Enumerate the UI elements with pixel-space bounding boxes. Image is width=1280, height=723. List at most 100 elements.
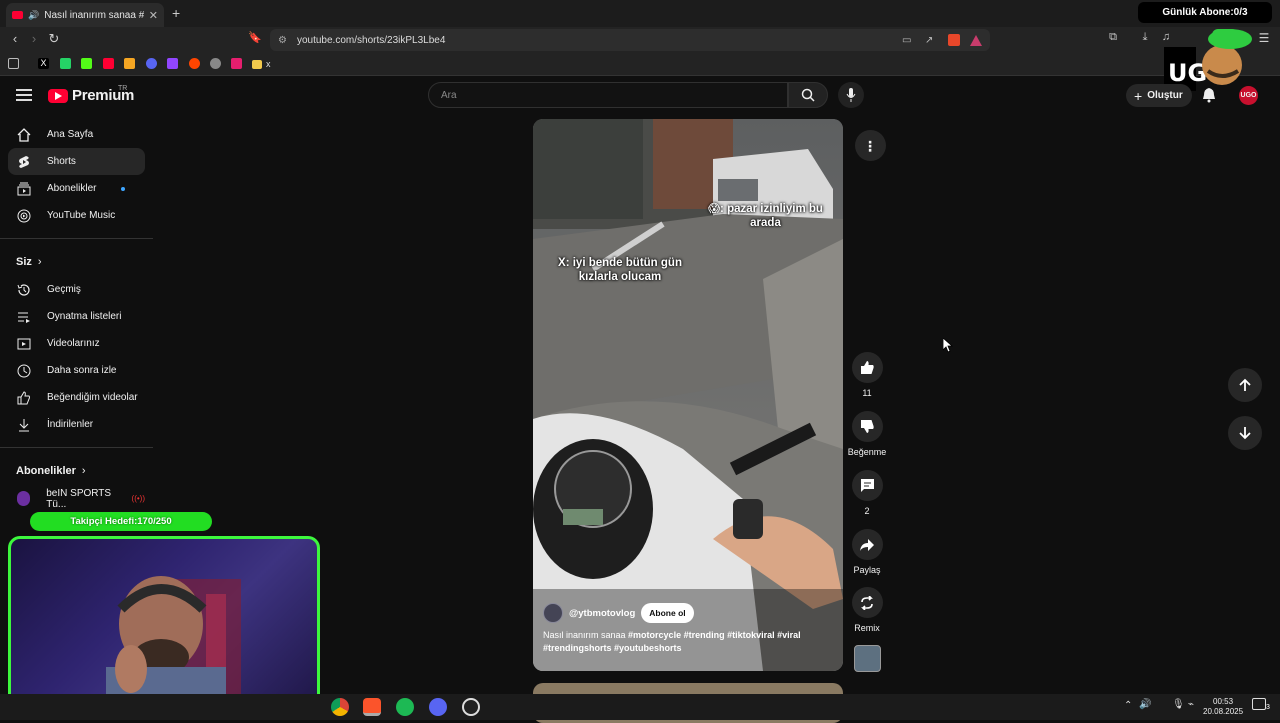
bookmark-icon-10[interactable] — [231, 58, 242, 69]
your-videos-icon — [17, 337, 31, 351]
subscribe-button[interactable]: Abone ol — [641, 603, 694, 623]
sidebar-item-label: Ana Sayfa — [47, 129, 94, 140]
thumb-up-icon — [860, 361, 874, 374]
section-heading: Siz — [16, 256, 32, 268]
sidebar-item-shorts[interactable]: Shorts — [8, 148, 145, 175]
menu-icon[interactable]: ☰ — [1255, 31, 1273, 45]
obs-taskbar-icon[interactable] — [462, 698, 480, 716]
youtube-premium-logo[interactable]: Premium TR — [48, 85, 134, 104]
address-bar[interactable]: ⚙ youtube.com/shorts/23ikPL3Lbe4 ▭ ↗ — [270, 29, 990, 51]
youtube-bookmark-icon[interactable] — [103, 58, 114, 69]
spotify-taskbar-icon[interactable] — [396, 698, 414, 716]
sound-thumbnail[interactable] — [854, 645, 881, 672]
tray-chevron-icon[interactable]: ⌃ — [1124, 700, 1132, 711]
create-button[interactable]: + Oluştur — [1126, 84, 1192, 107]
share-button[interactable]: Paylaş — [848, 529, 886, 575]
bookmark-folder-label[interactable]: x — [266, 59, 271, 69]
sidebar-item-history[interactable]: Geçmiş — [0, 276, 145, 303]
site-info-icon[interactable]: ⚙ — [278, 35, 287, 46]
bookmark-icon-9[interactable] — [210, 58, 221, 69]
sidebar-section-you[interactable]: Siz › — [0, 248, 153, 276]
notifications-bell-icon[interactable] — [1202, 87, 1216, 103]
remix-button[interactable]: Remix — [848, 587, 886, 633]
next-short-button[interactable] — [1228, 416, 1262, 450]
discord-bookmark-icon[interactable] — [146, 58, 157, 69]
browser-tab[interactable]: 🔊 Nasıl inanırım sanaa #motorc ✕ — [6, 3, 164, 27]
volume-icon[interactable]: 🔊 — [1139, 699, 1151, 710]
video-caption-right: 😱: pazar izinliyim bu arada — [708, 203, 823, 229]
folder-icon[interactable] — [252, 60, 262, 69]
chrome-taskbar-icon[interactable] — [331, 698, 349, 716]
sidebar-item-your-videos[interactable]: Videolarınız — [0, 330, 145, 357]
x-bookmark-icon[interactable]: X — [38, 58, 49, 69]
brave-rewards-icon[interactable] — [970, 34, 982, 46]
sidebar-item-youtube-music[interactable]: YouTube Music — [0, 202, 145, 229]
notifications-icon[interactable] — [1252, 698, 1266, 710]
sidebar-item-label: beIN SPORTS Tü... — [46, 487, 112, 510]
short-video-player[interactable]: 😱: pazar izinliyim bu arada X: iyi bende… — [533, 119, 843, 671]
search-input[interactable]: Ara — [428, 82, 788, 108]
forward-icon[interactable]: › — [25, 31, 43, 46]
section-heading: Abonelikler — [16, 465, 76, 477]
account-avatar[interactable]: UGO — [1239, 86, 1258, 105]
brave-shield-icon[interactable] — [948, 34, 960, 46]
browser-tab-bar: 🔊 Nasıl inanırım sanaa #motorc ✕ + Günlü… — [0, 0, 1280, 27]
system-clock[interactable]: 00:53 20.08.2025 — [1203, 697, 1243, 717]
mic-tray-icon[interactable]: 🎙 — [1172, 699, 1185, 710]
sidebar-item-label: Abonelikler — [47, 183, 97, 194]
notification-count: 3 — [1266, 704, 1270, 711]
sidebar-section-subscriptions[interactable]: Abonelikler › — [0, 457, 153, 485]
network-icon[interactable]: ⌁ — [1188, 699, 1194, 710]
cast-icon[interactable]: ▭ — [902, 35, 911, 46]
sidebar-item-label: Videolarınız — [47, 338, 100, 349]
kick-bookmark-icon[interactable] — [81, 58, 92, 69]
back-icon[interactable]: ‹ — [6, 31, 24, 46]
comments-button[interactable]: 2 — [848, 470, 886, 516]
share-label: Paylaş — [853, 565, 881, 575]
downloads-icon[interactable]: ⤓ — [1136, 31, 1154, 44]
chevron-right-icon: › — [37, 256, 42, 268]
dislike-button[interactable]: Beğenme — [848, 411, 886, 457]
sidebar-item-subscriptions[interactable]: Abonelikler — [0, 175, 145, 202]
sidebar-item-watch-later[interactable]: Daha sonra izle — [0, 357, 145, 384]
like-button[interactable]: 11 — [848, 352, 886, 398]
sidebar-item-downloads[interactable]: İndirilenler — [0, 411, 145, 438]
voice-search-button[interactable] — [838, 82, 864, 108]
youtube-header: Premium TR Ara + Oluştur UGO — [0, 77, 1280, 115]
brave-taskbar-icon[interactable] — [363, 698, 381, 716]
sidebar-item-home[interactable]: Ana Sayfa — [0, 121, 145, 148]
bookmark-icon-5[interactable] — [124, 58, 135, 69]
guide-menu-icon[interactable] — [16, 89, 32, 101]
sidebar-toggle-icon[interactable]: ⧉ — [1104, 31, 1122, 44]
close-tab-icon[interactable]: ✕ — [149, 9, 158, 22]
discord-taskbar-icon[interactable] — [429, 698, 447, 716]
sidebar-item-playlists[interactable]: Oynatma listeleri — [0, 303, 145, 330]
previous-short-button[interactable] — [1228, 368, 1262, 402]
twitch-bookmark-icon[interactable] — [167, 58, 178, 69]
clock-date: 20.08.2025 — [1203, 707, 1244, 716]
whatsapp-bookmark-icon[interactable] — [60, 58, 71, 69]
description-text: Nasıl inanırım sanaa — [543, 630, 629, 640]
history-icon — [17, 283, 31, 297]
reload-icon[interactable]: ↻ — [45, 31, 63, 47]
sidebar-item-label: Daha sonra izle — [47, 365, 117, 376]
channel-name[interactable]: @ytbmotovlog — [569, 608, 635, 619]
tab-title: Nasıl inanırım sanaa #motorc — [44, 9, 144, 21]
thumb-down-icon — [860, 420, 874, 433]
video-description[interactable]: Nasıl inanırım sanaa #motorcycle #trendi… — [543, 629, 823, 655]
sidebar-item-channel[interactable]: beIN SPORTS Tü... ((•)) — [0, 485, 145, 512]
apps-icon[interactable] — [8, 58, 19, 69]
search-button[interactable] — [788, 82, 828, 108]
music-icon — [17, 209, 31, 223]
new-content-dot — [121, 186, 125, 191]
bookmark-icon[interactable]: 🔖 — [246, 31, 264, 44]
share-icon[interactable]: ↗ — [925, 35, 933, 46]
channel-avatar[interactable] — [543, 603, 563, 623]
streamer-webcam — [8, 536, 320, 712]
more-options-button[interactable]: ⋮ — [851, 130, 889, 161]
remix-icon — [861, 595, 873, 610]
sidebar-item-liked-videos[interactable]: Beğendiğim videolar — [0, 384, 145, 411]
bookmark-icon-8[interactable] — [189, 58, 200, 69]
new-tab-button[interactable]: + — [172, 5, 180, 21]
clock-time: 00:53 — [1213, 697, 1234, 706]
